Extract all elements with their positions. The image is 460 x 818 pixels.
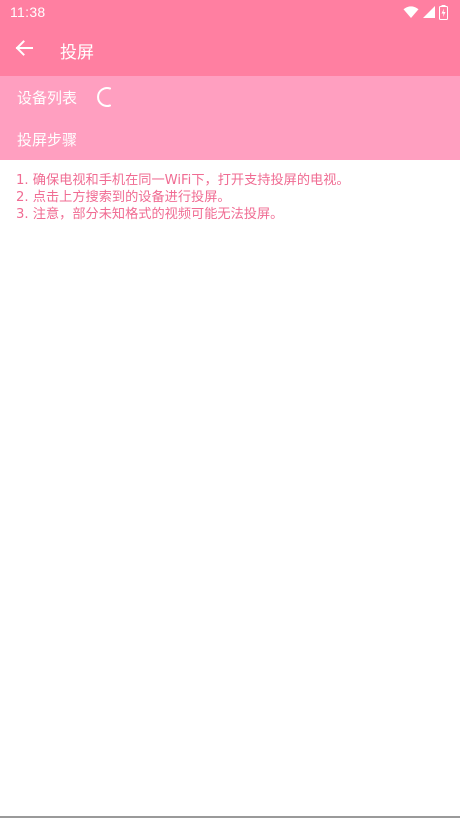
status-bar: 11:38 (0, 0, 460, 24)
cast-panel: 设备列表 投屏步骤 (0, 76, 460, 160)
signal-icon (423, 6, 435, 18)
status-icons (403, 4, 448, 20)
loading-spinner-icon (95, 86, 113, 108)
device-list-label: 设备列表 (17, 88, 78, 107)
step-item: 1. 确保电视和手机在同一WiFi下，打开支持投屏的电视。 (16, 173, 350, 188)
step-item: 2. 点击上方搜索到的设备进行投屏。 (16, 190, 231, 205)
device-list-row[interactable]: 设备列表 (0, 76, 460, 118)
wifi-icon (403, 5, 419, 19)
app-bar: 投屏 (0, 24, 460, 76)
back-button[interactable] (0, 24, 48, 76)
page-title: 投屏 (60, 42, 94, 63)
steps-label: 投屏步骤 (17, 130, 78, 149)
steps-row: 投屏步骤 (0, 118, 460, 160)
arrow-left-icon (15, 40, 33, 60)
status-time: 11:38 (10, 4, 46, 20)
battery-icon (439, 4, 448, 20)
step-item: 3. 注意，部分未知格式的视频可能无法投屏。 (16, 207, 284, 222)
steps-list: 1. 确保电视和手机在同一WiFi下，打开支持投屏的电视。 2. 点击上方搜索到… (16, 172, 446, 223)
